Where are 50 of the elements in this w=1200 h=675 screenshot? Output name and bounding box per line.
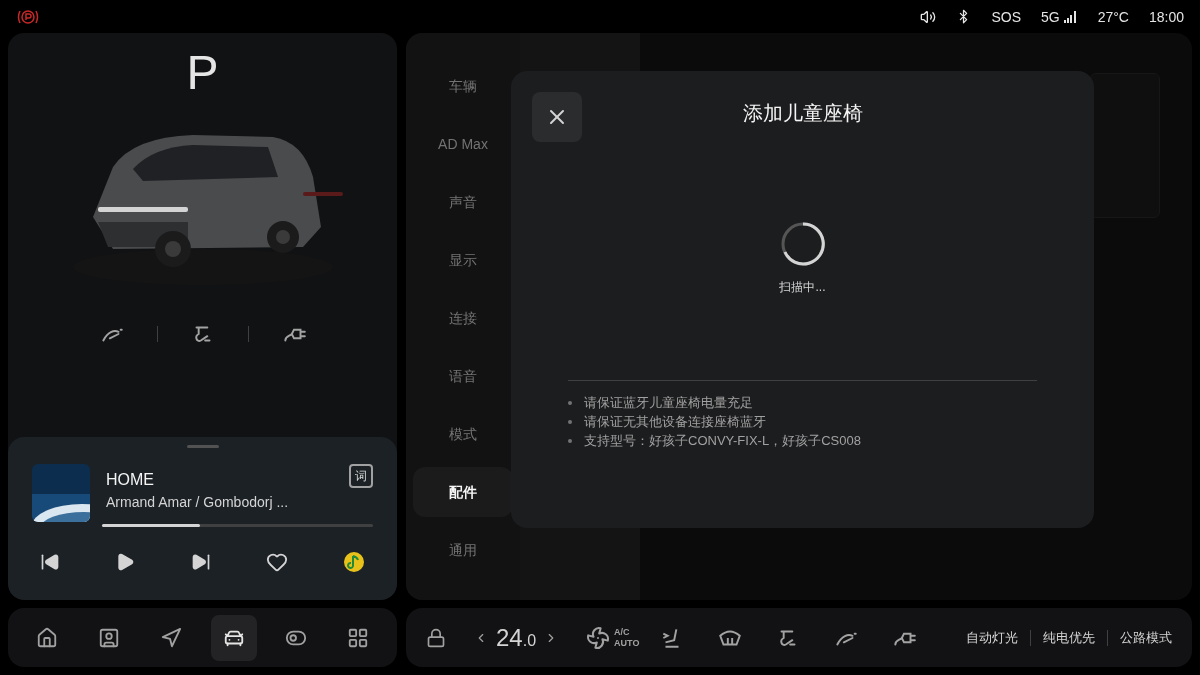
bullet-icon bbox=[568, 439, 572, 443]
settings-menu-item[interactable]: 语音 bbox=[413, 351, 513, 401]
clock: 18:00 bbox=[1148, 7, 1184, 27]
shortcut-button[interactable]: 公路模式 bbox=[1120, 627, 1172, 648]
dialog-title: 添加儿童座椅 bbox=[742, 101, 863, 126]
sos-label[interactable]: SOS bbox=[991, 6, 1021, 27]
play-icon[interactable] bbox=[115, 552, 136, 572]
settings-menu-item[interactable]: 连接 bbox=[413, 293, 513, 343]
scanning-status: 扫描中... bbox=[779, 279, 826, 295]
ac-mode-label: A/C bbox=[614, 626, 631, 638]
gear-indicator: P bbox=[186, 49, 219, 97]
parking-brake-icon bbox=[16, 7, 40, 26]
next-icon[interactable] bbox=[190, 552, 211, 572]
music-app-icon[interactable] bbox=[343, 551, 365, 573]
volume-icon[interactable] bbox=[920, 8, 937, 25]
previous-icon[interactable] bbox=[40, 552, 60, 572]
network-label: 5G bbox=[1041, 7, 1060, 27]
bullet-icon bbox=[568, 420, 572, 424]
lyrics-button[interactable]: 词 bbox=[349, 464, 373, 488]
shortcut-button[interactable]: 自动灯光 bbox=[966, 627, 1018, 648]
signal-icon bbox=[1063, 10, 1078, 23]
note-text: 支持型号：好孩子CONVY-FIX-L，好孩子CS008 bbox=[584, 432, 861, 450]
close-button[interactable] bbox=[532, 92, 582, 142]
lock-icon[interactable] bbox=[426, 627, 446, 648]
bullet-icon bbox=[568, 401, 572, 405]
apps-icon bbox=[346, 626, 369, 649]
temperature-value: 24 bbox=[496, 622, 523, 653]
progress-track[interactable] bbox=[102, 524, 373, 527]
settings-menu-item[interactable]: 通用 bbox=[413, 525, 513, 575]
settings-menu-item[interactable]: 配件 bbox=[413, 467, 513, 517]
settings-menu-item[interactable]: AD Max bbox=[413, 119, 513, 169]
note-text: 请保证无其他设备连接座椅蓝牙 bbox=[584, 413, 766, 431]
settings-menu-item[interactable]: 车辆 bbox=[413, 61, 513, 111]
loading-spinner-icon bbox=[779, 221, 826, 267]
navigation-icon bbox=[160, 626, 183, 649]
heart-icon[interactable] bbox=[265, 551, 288, 573]
outside-temperature: 27°C bbox=[1097, 7, 1129, 27]
shortcut-button[interactable]: 纯电优先 bbox=[1043, 627, 1095, 648]
ac-mode-label: AUTO bbox=[614, 637, 640, 649]
drag-handle[interactable] bbox=[186, 445, 219, 448]
dock-button[interactable] bbox=[210, 614, 257, 661]
settings-menu-item[interactable]: 声音 bbox=[413, 177, 513, 227]
home-icon bbox=[36, 626, 59, 649]
settings-menu-item[interactable]: 模式 bbox=[413, 409, 513, 459]
track-title: HOME bbox=[106, 470, 155, 490]
temperature-decimal: .0 bbox=[522, 630, 537, 651]
settings-menu-item[interactable]: 显示 bbox=[413, 235, 513, 285]
fan-icon[interactable] bbox=[586, 625, 611, 650]
track-artist: Armand Amar / Gombodorj ... bbox=[106, 493, 290, 512]
note-text: 请保证蓝牙儿童座椅电量充足 bbox=[584, 394, 753, 412]
